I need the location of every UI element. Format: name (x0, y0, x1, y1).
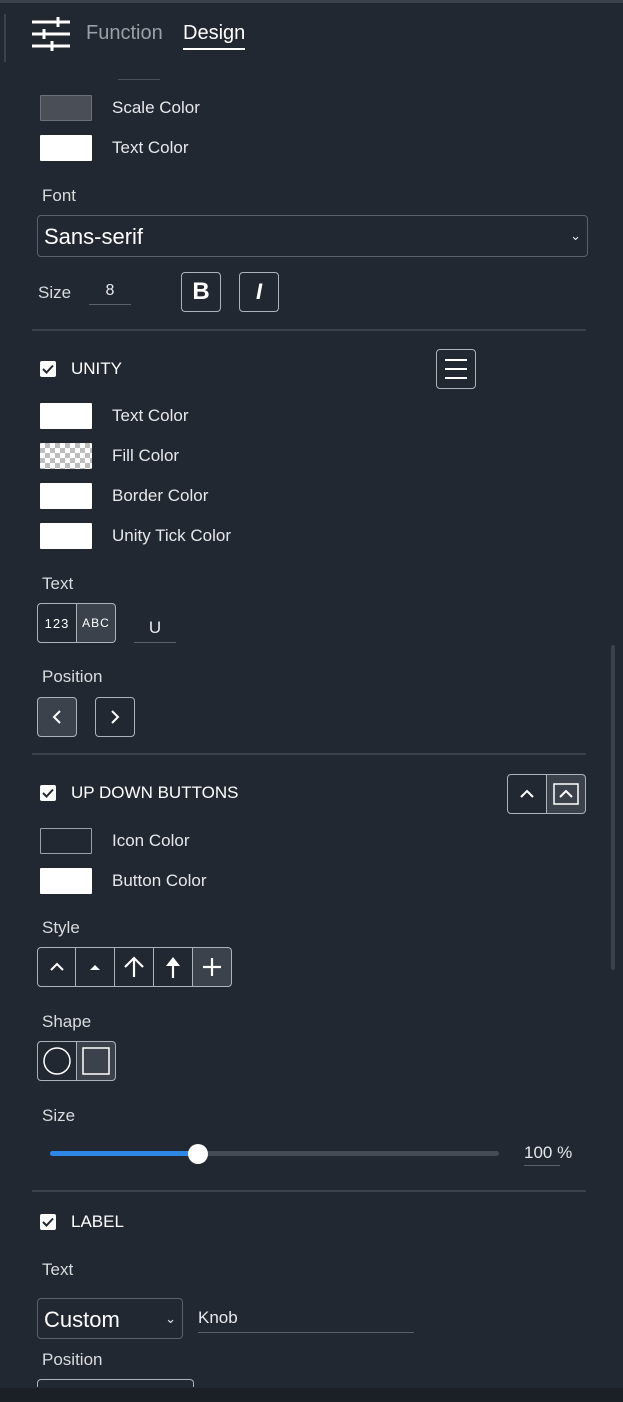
font-label: Font (42, 186, 77, 205)
triangle-up-icon[interactable] (76, 947, 115, 987)
slider-fill (50, 1151, 198, 1156)
updown-layout-group (507, 774, 586, 814)
arrow-up-icon[interactable] (115, 947, 154, 987)
unity-tick-color-swatch[interactable] (40, 523, 92, 549)
top-border (0, 0, 623, 3)
chevron-right-icon (111, 710, 120, 724)
section-divider (32, 329, 586, 331)
unity-text-color-swatch[interactable] (40, 403, 92, 429)
unity-text-color-label: Text Color (112, 406, 189, 425)
icon-color-label: Icon Color (112, 831, 190, 850)
square-shape-icon[interactable] (77, 1041, 116, 1081)
chevron-up-icon[interactable] (37, 947, 76, 987)
circle-shape-icon[interactable] (37, 1041, 77, 1081)
label-checkbox[interactable] (40, 1214, 56, 1230)
text-color-swatch[interactable] (40, 135, 92, 161)
scale-color-label: Scale Color (112, 98, 200, 117)
bold-button[interactable]: B (181, 272, 221, 312)
label-text-input[interactable]: Knob (198, 1308, 414, 1333)
unity-text-mode-group: 123 ABC (37, 603, 116, 643)
unity-border-color-label: Border Color (112, 486, 209, 505)
label-text-mode-select[interactable]: Custom ⌄ (37, 1298, 183, 1339)
position-right-button[interactable] (95, 697, 135, 737)
style-group (37, 947, 232, 987)
size-value-input[interactable]: 100 % (524, 1143, 572, 1166)
chevron-down-icon: ⌄ (165, 1311, 176, 1326)
button-color-label: Button Color (112, 871, 207, 890)
numeric-mode-button[interactable]: 123 (37, 603, 77, 643)
font-select-value: Sans-serif (44, 224, 144, 249)
italic-button[interactable]: I (239, 272, 279, 312)
tab-function[interactable]: Function (86, 22, 163, 45)
panel-edge (4, 14, 6, 62)
sliders-icon (30, 16, 72, 52)
tab-design[interactable]: Design (183, 22, 245, 45)
unity-text-label: Text (42, 574, 74, 593)
chevron-left-icon (52, 710, 61, 724)
unity-fill-color-label: Fill Color (112, 446, 180, 465)
label-position-group[interactable] (37, 1379, 194, 1387)
text-color-label: Text Color (112, 138, 189, 157)
shape-group (37, 1041, 116, 1081)
size-label: Size (42, 1106, 76, 1125)
bottom-edge (0, 1388, 623, 1402)
scale-color-swatch[interactable] (40, 95, 92, 121)
tab-active-indicator (183, 48, 245, 50)
section-divider (32, 753, 586, 755)
icon-color-swatch[interactable] (40, 828, 92, 854)
unity-section-title: UNITY (71, 359, 122, 378)
label-section-title: LABEL (71, 1212, 124, 1231)
unity-text-input[interactable]: U (134, 618, 176, 643)
unity-border-color-swatch[interactable] (40, 483, 92, 509)
scrollbar[interactable] (611, 645, 615, 970)
plus-icon[interactable] (193, 947, 232, 987)
slider-thumb[interactable] (188, 1144, 208, 1164)
solid-arrow-up-icon[interactable] (154, 947, 193, 987)
font-select[interactable]: Sans-serif ⌄ (37, 215, 588, 257)
section-divider (32, 1190, 586, 1192)
position-left-button[interactable] (37, 697, 77, 737)
chevron-down-icon: ⌄ (570, 228, 581, 243)
label-text-label: Text (42, 1260, 74, 1279)
style-label: Style (42, 918, 80, 937)
text-mode-button[interactable]: ABC (77, 603, 116, 643)
size-input[interactable]: 8 (89, 282, 131, 305)
label-text-mode-value: Custom (44, 1307, 120, 1332)
button-color-swatch[interactable] (40, 868, 92, 894)
size-label: Size (38, 283, 72, 302)
unity-checkbox[interactable] (40, 361, 56, 377)
updown-section-title: UP DOWN BUTTONS (71, 783, 239, 802)
unity-tick-color-label: Unity Tick Color (112, 526, 232, 545)
boxed-chevron-up-icon[interactable] (547, 774, 586, 814)
field-underline (118, 79, 160, 80)
updown-checkbox[interactable] (40, 785, 56, 801)
unity-position-label: Position (42, 667, 103, 686)
size-slider[interactable] (50, 1144, 499, 1164)
menu-icon[interactable] (436, 349, 476, 389)
shape-label: Shape (42, 1012, 92, 1031)
label-position-label: Position (42, 1350, 103, 1369)
unity-fill-color-swatch[interactable] (40, 443, 92, 469)
chevron-up-icon[interactable] (507, 774, 547, 814)
